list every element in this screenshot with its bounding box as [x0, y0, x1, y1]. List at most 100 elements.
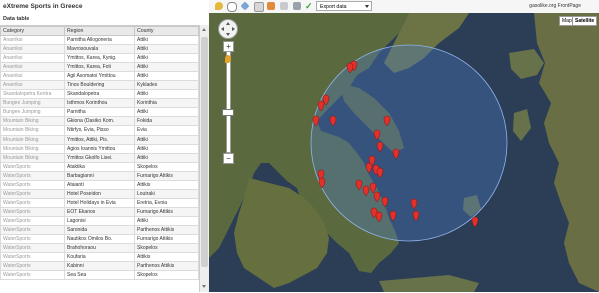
zoom-slider[interactable]	[226, 51, 231, 153]
table-row[interactable]: WaterSports Brahohoraou Skopelos	[0, 243, 199, 254]
table-cell-category: Anarriksi	[0, 34, 65, 46]
table-cell-category: WaterSports	[0, 170, 65, 181]
table-cell-region: Parnitha Allogoneria	[64, 34, 135, 46]
table-cell-county: Korinthia	[134, 98, 199, 109]
table-cell-category: WaterSports	[0, 206, 65, 217]
table-row[interactable]: WaterSports Nautikos Omilos Bo. Furnarigo …	[0, 234, 199, 245]
table-cell-category: WaterSports	[0, 261, 65, 272]
table-row[interactable]: Anarriksi Mavrosouvala Attiki	[0, 44, 199, 55]
table-row[interactable]: WaterSports Kabinni Parthenos Attikis	[0, 261, 199, 272]
table-cell-category: WaterSports	[0, 161, 65, 172]
column-header[interactable]: County	[134, 26, 199, 36]
zoom-out-button[interactable]: −	[223, 153, 234, 164]
table-row[interactable]: WaterSports Ataktika Skopelos	[0, 161, 199, 172]
table-row[interactable]: WaterSports Ataianti Attikis	[0, 179, 199, 190]
table-cell-category: Mountain Biking	[0, 125, 65, 136]
table-row[interactable]: Anarriksi Tinos Bouldering Kyklades	[0, 80, 199, 91]
data-table: Category Region County Anarriksi Parnitha…	[0, 26, 199, 281]
export-data-select[interactable]: Export data	[316, 1, 372, 11]
table-row[interactable]: WaterSports EOT Ekanos Furnarigo Attikis	[0, 206, 199, 217]
table-row[interactable]: Anarriksi Agii Asomatoi Ymittou Attiki	[0, 71, 199, 82]
table-header-row: Category Region County	[0, 26, 199, 36]
table-cell-region: EOT Ekanos	[64, 206, 135, 217]
table-scrollbar[interactable]	[199, 25, 209, 292]
table-row[interactable]: WaterSports Koufaria Attikis	[0, 252, 199, 263]
line-tool-icon[interactable]	[254, 2, 264, 12]
table-cell-region: Mavrosouvala	[64, 44, 135, 55]
marker-tool-icon[interactable]	[215, 2, 223, 10]
table-cell-category: Mountain Biking	[0, 116, 65, 127]
table-row[interactable]: Bungee Jumping Parnitha Attiki	[0, 107, 199, 118]
table-row[interactable]: WaterSports Lagonisi Attiki	[0, 215, 199, 226]
camera-tool-icon[interactable]	[293, 2, 301, 10]
comment-tool-icon[interactable]	[227, 2, 237, 12]
table-cell-county: Attiki	[134, 34, 199, 46]
table-cell-county: Eretria, Evoia	[134, 197, 199, 208]
street-view-icon[interactable]	[225, 55, 231, 63]
table-cell-county: Attiki	[134, 215, 199, 226]
table-cell-county: Skopelos	[134, 243, 199, 254]
polygon-tool-icon[interactable]	[240, 1, 250, 11]
map-view[interactable]: Map Satellite + −	[209, 13, 599, 292]
column-header[interactable]: Category	[0, 26, 65, 36]
table-cell-region: Brahohoraou	[64, 243, 135, 254]
map-type-satellite-button[interactable]: Satellite	[572, 16, 598, 26]
table-cell-region: Hotel Holidays in Evia	[64, 197, 135, 208]
zoom-slider-handle[interactable]	[222, 109, 234, 116]
table-cell-region: Kabinni	[64, 261, 135, 272]
table-row[interactable]: Bungee Jumping Isthmos Korinthou Korinthia	[0, 98, 199, 109]
table-cell-category: Bungee Jumping	[0, 107, 65, 118]
table-cell-county: Furnarigo Attikis	[134, 170, 199, 181]
table-cell-category: WaterSports	[0, 197, 65, 208]
table-cell-region: Koufaria	[64, 252, 135, 263]
table-row[interactable]: WaterSports Barbagianni Furnarigo Attikis	[0, 170, 199, 181]
table-row[interactable]: WaterSports Hotel Holidays in Evia Eretria…	[0, 197, 199, 208]
table-row[interactable]: Mountain Biking Ymittos Gkolfo Lisei. Atti…	[0, 152, 199, 163]
table-cell-category: Anarriksi	[0, 53, 65, 64]
table-cell-region: Ymittos, Karea, Kynig.	[64, 53, 135, 64]
table-cell-category: WaterSports	[0, 243, 65, 254]
table-row[interactable]: Anarriksi Ymittos, Karea, Foti Attiki	[0, 62, 199, 73]
color-tool-icon[interactable]	[267, 2, 275, 10]
table-cell-county: Furnarigo Attikis	[134, 206, 199, 217]
table-cell-region: Ymittos Gkolfo Lisei.	[64, 152, 135, 163]
scroll-down-arrow-icon[interactable]	[202, 285, 206, 288]
table-row[interactable]: Mountain Biking Ntirfys, Evia, Pisso Evia	[0, 125, 199, 136]
table-cell-region: Ataianti	[64, 179, 135, 190]
pan-control-icon[interactable]	[218, 19, 238, 39]
table-row[interactable]: Mountain Biking Gkiona (Dasiko Kom. Fokida	[0, 116, 199, 127]
table-cell-region: Skandalopetra	[64, 89, 135, 100]
layer-tool-icon[interactable]	[280, 2, 288, 10]
table-row[interactable]: Mountain Biking Ymittos, Attiki, Pis. Atti…	[0, 134, 199, 145]
table-cell-region: Agii Asomatoi Ymittou	[64, 71, 135, 82]
table-cell-region: Barbagianni	[64, 170, 135, 181]
table-cell-county: Attikis	[134, 179, 199, 190]
table-cell-county: Attiki	[134, 107, 199, 118]
search-radius-circle[interactable]	[310, 44, 508, 242]
table-cell-region: Isthmos Korinthou	[64, 98, 135, 109]
table-cell-region: Sea Sea	[64, 270, 135, 281]
table-cell-region: Ataktika	[64, 161, 135, 172]
table-row[interactable]: WaterSports Saronida Parthenos Attikis	[0, 224, 199, 236]
scrollbar-thumb[interactable]	[201, 37, 208, 267]
table-cell-region: Saronida	[64, 224, 135, 236]
table-cell-region: Agios Ioannis Ymittou	[64, 143, 135, 154]
table-cell-county: Skopelos	[134, 161, 199, 172]
table-row[interactable]: Anarriksi Parnitha Allogoneria Attiki	[0, 34, 199, 46]
table-cell-region: Lagonisi	[64, 215, 135, 226]
check-tool-icon[interactable]: ✓	[305, 2, 313, 11]
table-row[interactable]: Mountain Biking Agios Ioannis Ymittou Atti…	[0, 143, 199, 154]
table-cell-county: Attiki	[134, 143, 199, 154]
table-row[interactable]: Anarriksi Ymittos, Karea, Kynig. Attiki	[0, 53, 199, 64]
scroll-up-arrow-icon[interactable]	[202, 28, 206, 31]
table-cell-category: WaterSports	[0, 234, 65, 245]
table-row[interactable]: WaterSports Sea Sea Skopelos	[0, 270, 199, 281]
table-row[interactable]: Skandalopetra Kentra Skandalopetra Attiki	[0, 89, 199, 100]
pan-arrows-icon	[221, 22, 235, 36]
column-header[interactable]: Region	[64, 26, 135, 36]
user-links[interactable]: gasolike.org FrontPage	[529, 3, 581, 9]
table-cell-category: WaterSports	[0, 224, 65, 236]
table-cell-region: Nautikos Omilos Bo.	[64, 234, 135, 245]
table-row[interactable]: WaterSports Hotel Poseidon Loutraki	[0, 188, 199, 199]
table-cell-category: WaterSports	[0, 252, 65, 263]
